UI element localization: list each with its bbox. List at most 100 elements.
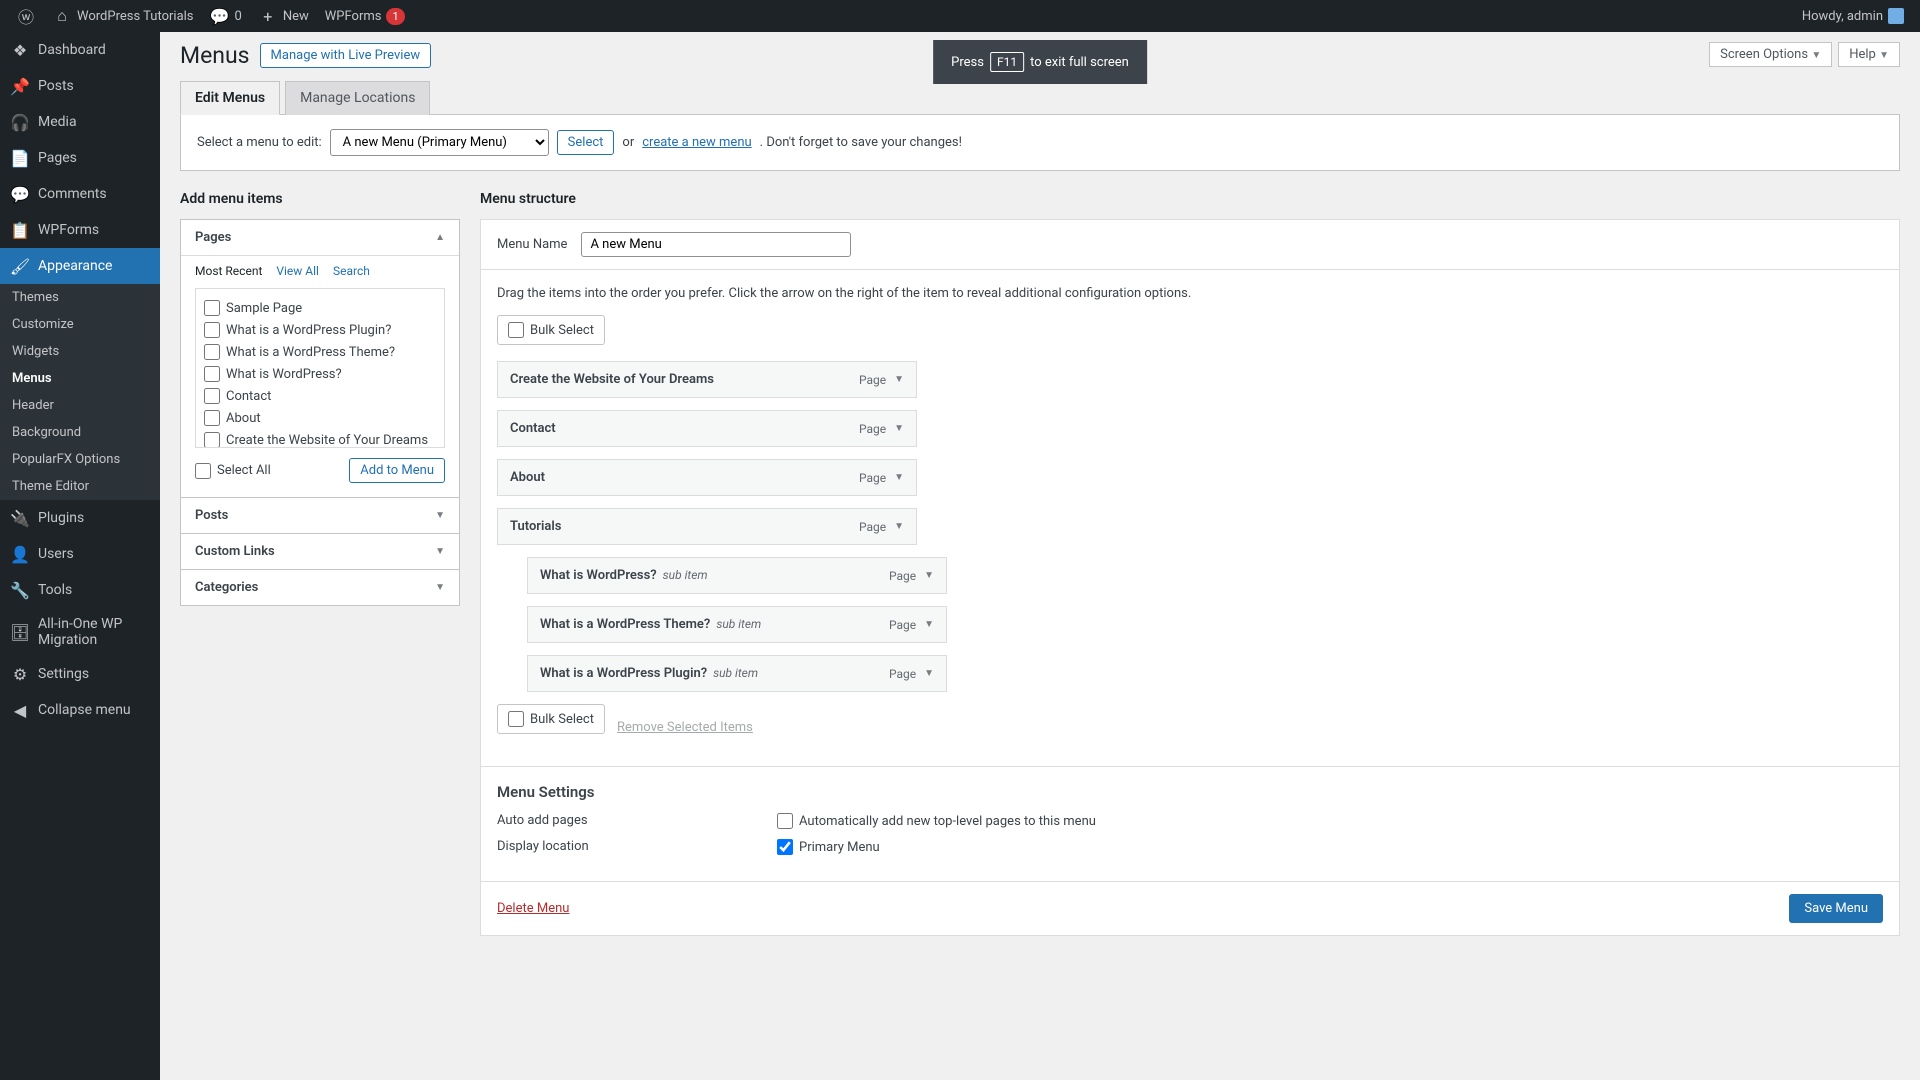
howdy-link[interactable]: Howdy, admin bbox=[1794, 0, 1912, 32]
sidebar-item-comments[interactable]: 💬Comments bbox=[0, 176, 160, 212]
page-list-item[interactable]: What is a WordPress Plugin? bbox=[204, 319, 436, 341]
page-list[interactable]: Sample PageWhat is a WordPress Plugin?Wh… bbox=[195, 288, 445, 448]
select-button[interactable]: Select bbox=[557, 130, 615, 155]
subtab-most-recent[interactable]: Most Recent bbox=[195, 264, 262, 278]
page-list-item[interactable]: Create the Website of Your Dreams bbox=[204, 429, 436, 448]
menu-structure-item[interactable]: TutorialsPage ▼ bbox=[497, 508, 917, 545]
auto-add-check-row[interactable]: Automatically add new top-level pages to… bbox=[777, 813, 1096, 829]
comment-icon: 💬 bbox=[210, 6, 230, 26]
page-checkbox[interactable] bbox=[204, 366, 220, 382]
create-new-menu-link[interactable]: create a new menu bbox=[642, 135, 751, 150]
sidebar-item-media[interactable]: 🎧Media bbox=[0, 104, 160, 140]
accordion-pages-header[interactable]: Pages▲ bbox=[181, 220, 459, 255]
primary-menu-check-row[interactable]: Primary Menu bbox=[777, 839, 880, 855]
menu-structure-item[interactable]: What is a WordPress Theme? sub itemPage … bbox=[527, 606, 947, 643]
tab-edit-menus[interactable]: Edit Menus bbox=[180, 81, 280, 115]
chevron-down-icon: ▼ bbox=[894, 521, 904, 532]
user-icon: 👤 bbox=[10, 544, 30, 564]
submenu-item-widgets[interactable]: Widgets bbox=[0, 338, 160, 365]
submenu-item-themes[interactable]: Themes bbox=[0, 284, 160, 311]
menu-structure-item[interactable]: ContactPage ▼ bbox=[497, 410, 917, 447]
page-checkbox[interactable] bbox=[204, 388, 220, 404]
submenu-item-theme-editor[interactable]: Theme Editor bbox=[0, 473, 160, 500]
page-checkbox[interactable] bbox=[204, 344, 220, 360]
sidebar-item-collapse-menu[interactable]: ◀Collapse menu bbox=[0, 692, 160, 728]
wp-logo[interactable]: ⓦ bbox=[8, 0, 44, 32]
menu-name-label: Menu Name bbox=[497, 237, 567, 252]
page-list-item[interactable]: Contact bbox=[204, 385, 436, 407]
accordion-custom-links-header[interactable]: Custom Links▼ bbox=[181, 534, 459, 569]
menu-structure-box: Menu Name Drag the items into the order … bbox=[480, 219, 1900, 936]
select-all-checkbox[interactable] bbox=[195, 463, 211, 479]
menu-name-input[interactable] bbox=[581, 232, 851, 257]
dashboard-icon: ❖ bbox=[10, 40, 30, 60]
page-checkbox[interactable] bbox=[204, 410, 220, 426]
remove-selected-link[interactable]: Remove Selected Items bbox=[617, 720, 753, 735]
wpforms-link[interactable]: WPForms 1 bbox=[317, 0, 413, 32]
site-link[interactable]: ⌂WordPress Tutorials bbox=[44, 0, 202, 32]
select-all-row[interactable]: Select All bbox=[195, 460, 271, 482]
page-checkbox[interactable] bbox=[204, 432, 220, 448]
sidebar-item-pages[interactable]: 📄Pages bbox=[0, 140, 160, 176]
page-list-item[interactable]: What is WordPress? bbox=[204, 363, 436, 385]
sidebar-item-wpforms[interactable]: 📋WPForms bbox=[0, 212, 160, 248]
sidebar-item-users[interactable]: 👤Users bbox=[0, 536, 160, 572]
bulk-select-top[interactable]: Bulk Select bbox=[497, 315, 605, 345]
subtab-search[interactable]: Search bbox=[333, 264, 370, 278]
menu-select[interactable]: A new Menu (Primary Menu) bbox=[330, 129, 549, 156]
menu-structure-title: Menu structure bbox=[480, 191, 1900, 207]
comment-icon: 💬 bbox=[10, 184, 30, 204]
screen-options-button[interactable]: Screen Options ▼ bbox=[1709, 42, 1832, 67]
howdy-text: Howdy, admin bbox=[1802, 9, 1883, 24]
bulk-select-bottom[interactable]: Bulk Select bbox=[497, 704, 605, 734]
menu-structure-item[interactable]: What is a WordPress Plugin? sub itemPage… bbox=[527, 655, 947, 692]
pages-icon: 📄 bbox=[10, 148, 30, 168]
chevron-down-icon: ▼ bbox=[924, 668, 934, 679]
sidebar-item-all-in-one-wp-migration[interactable]: 🗄All-in-One WP Migration bbox=[0, 608, 160, 656]
submenu-item-header[interactable]: Header bbox=[0, 392, 160, 419]
menu-structure-item[interactable]: AboutPage ▼ bbox=[497, 459, 917, 496]
menu-structure-item[interactable]: Create the Website of Your DreamsPage ▼ bbox=[497, 361, 917, 398]
plug-icon: 🔌 bbox=[10, 508, 30, 528]
primary-menu-checkbox[interactable] bbox=[777, 839, 793, 855]
add-to-menu-button[interactable]: Add to Menu bbox=[349, 458, 445, 483]
submenu-item-customize[interactable]: Customize bbox=[0, 311, 160, 338]
help-button[interactable]: Help ▼ bbox=[1838, 42, 1900, 67]
admin-bar: ⓦ ⌂WordPress Tutorials 💬0 +New WPForms1 … bbox=[0, 0, 1920, 32]
sidebar-item-dashboard[interactable]: ❖Dashboard bbox=[0, 32, 160, 68]
comments-link[interactable]: 💬0 bbox=[202, 0, 250, 32]
page-list-item[interactable]: About bbox=[204, 407, 436, 429]
form-icon: 📋 bbox=[10, 220, 30, 240]
submenu-item-popularfx-options[interactable]: PopularFX Options bbox=[0, 446, 160, 473]
page-checkbox[interactable] bbox=[204, 322, 220, 338]
delete-menu-link[interactable]: Delete Menu bbox=[497, 901, 569, 916]
page-checkbox[interactable] bbox=[204, 300, 220, 316]
manage-live-preview-button[interactable]: Manage with Live Preview bbox=[260, 43, 432, 68]
submenu-item-background[interactable]: Background bbox=[0, 419, 160, 446]
new-link[interactable]: +New bbox=[250, 0, 317, 32]
bulk-select-checkbox[interactable] bbox=[508, 322, 524, 338]
bulk-select-checkbox-2[interactable] bbox=[508, 711, 524, 727]
migrate-icon: 🗄 bbox=[10, 622, 30, 642]
auto-add-checkbox[interactable] bbox=[777, 813, 793, 829]
sidebar-item-settings[interactable]: ⚙Settings bbox=[0, 656, 160, 692]
accordion-categories-header[interactable]: Categories▼ bbox=[181, 570, 459, 605]
sidebar-item-posts[interactable]: 📌Posts bbox=[0, 68, 160, 104]
chevron-down-icon: ▼ bbox=[435, 546, 445, 557]
submenu-item-menus[interactable]: Menus bbox=[0, 365, 160, 392]
avatar-icon bbox=[1888, 8, 1904, 24]
subtab-view-all[interactable]: View All bbox=[276, 264, 319, 278]
tab-manage-locations[interactable]: Manage Locations bbox=[285, 81, 430, 115]
menu-structure-item[interactable]: What is WordPress? sub itemPage ▼ bbox=[527, 557, 947, 594]
accordion-posts-header[interactable]: Posts▼ bbox=[181, 498, 459, 533]
sidebar-item-appearance[interactable]: 🖌Appearance bbox=[0, 248, 160, 284]
sidebar-item-plugins[interactable]: 🔌Plugins bbox=[0, 500, 160, 536]
save-menu-button[interactable]: Save Menu bbox=[1789, 894, 1883, 923]
wpforms-badge: 1 bbox=[386, 8, 404, 25]
wpforms-label: WPForms bbox=[325, 9, 382, 24]
sidebar-item-tools[interactable]: 🔧Tools bbox=[0, 572, 160, 608]
page-list-item[interactable]: Sample Page bbox=[204, 297, 436, 319]
settings-icon: ⚙ bbox=[10, 664, 30, 684]
page-list-item[interactable]: What is a WordPress Theme? bbox=[204, 341, 436, 363]
or-text: or bbox=[622, 135, 634, 150]
